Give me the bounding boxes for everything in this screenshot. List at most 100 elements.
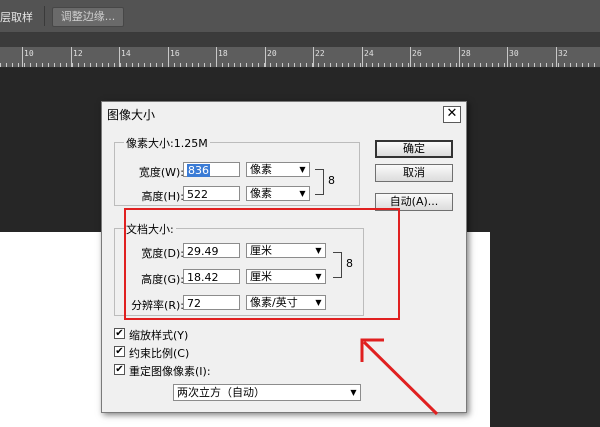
ruler-minor-tick — [372, 63, 373, 67]
ruler-number: 18 — [218, 49, 228, 58]
ruler-number: 10 — [24, 49, 34, 58]
pixel-width-unit-select[interactable]: 像素 ▼ — [246, 162, 310, 177]
ok-button[interactable]: 确定 — [375, 140, 453, 158]
ruler-minor-tick — [234, 63, 235, 67]
ruler-minor-tick — [318, 63, 319, 67]
ruler-minor-tick — [540, 63, 541, 67]
ruler-major-tick — [22, 47, 23, 67]
ruler-minor-tick — [150, 63, 151, 67]
ruler-minor-tick — [402, 63, 403, 67]
ruler-minor-tick — [450, 63, 451, 67]
ruler-minor-tick — [66, 63, 67, 67]
ruler-minor-tick — [0, 63, 1, 67]
ruler-minor-tick — [246, 63, 247, 67]
pixel-width-label: 宽度(W): — [138, 166, 184, 179]
ruler-minor-tick — [480, 63, 481, 67]
ruler-major-tick — [507, 47, 508, 67]
ruler-number: 28 — [461, 49, 471, 58]
ruler-minor-tick — [594, 63, 595, 67]
close-button[interactable]: ✕ — [443, 106, 461, 123]
ruler-minor-tick — [432, 63, 433, 67]
ruler-major-tick — [313, 47, 314, 67]
ruler-minor-tick — [474, 63, 475, 67]
ruler-number: 20 — [267, 49, 277, 58]
dialog-titlebar[interactable]: 图像大小 ✕ — [102, 102, 466, 126]
ruler-major-tick — [410, 47, 411, 67]
pixel-height-value: 522 — [187, 188, 208, 201]
cancel-button[interactable]: 取消 — [375, 164, 453, 182]
chevron-down-icon: ▼ — [299, 165, 306, 174]
ruler-minor-tick — [222, 63, 223, 67]
scale-styles-checkbox[interactable]: ✔ — [114, 328, 125, 339]
ruler-minor-tick — [252, 63, 253, 67]
ruler-minor-tick — [192, 63, 193, 67]
ruler-minor-tick — [264, 63, 265, 67]
ruler-minor-tick — [558, 63, 559, 67]
pixel-link-bracket — [315, 169, 324, 195]
ruler-minor-tick — [198, 63, 199, 67]
resample-method: 两次立方（自动） — [177, 386, 265, 399]
ruler-minor-tick — [492, 63, 493, 67]
ruler-minor-tick — [348, 63, 349, 67]
pixel-width-value: 836 — [187, 164, 210, 177]
ruler-minor-tick — [276, 63, 277, 67]
pixel-height-unit-select[interactable]: 像素 ▼ — [246, 186, 310, 201]
sample-label[interactable]: 层取样 — [0, 9, 33, 25]
ruler-minor-tick — [588, 63, 589, 67]
ruler-minor-tick — [186, 63, 187, 67]
ruler-major-tick — [459, 47, 460, 67]
ruler-number: 32 — [558, 49, 568, 58]
pixel-height-unit: 像素 — [250, 187, 272, 200]
ruler-minor-tick — [384, 63, 385, 67]
resample-method-select[interactable]: 两次立方（自动） ▼ — [173, 384, 361, 401]
ruler-minor-tick — [306, 63, 307, 67]
ruler-minor-tick — [72, 63, 73, 67]
ruler-minor-tick — [324, 63, 325, 67]
ruler-minor-tick — [486, 63, 487, 67]
ruler-minor-tick — [504, 63, 505, 67]
ruler-minor-tick — [426, 63, 427, 67]
chevron-down-icon: ▼ — [299, 189, 306, 198]
ruler-minor-tick — [258, 63, 259, 67]
ruler-minor-tick — [36, 63, 37, 67]
dialog-title: 图像大小 — [107, 108, 156, 122]
red-arrow-annotation — [360, 338, 439, 416]
ruler-minor-tick — [120, 63, 121, 67]
ruler-number: 26 — [412, 49, 422, 58]
ruler-minor-tick — [336, 63, 337, 67]
adjust-edge-button[interactable]: 调整边缘... — [52, 7, 124, 27]
ruler-minor-tick — [114, 63, 115, 67]
ruler-number: 12 — [73, 49, 83, 58]
pixel-width-field[interactable]: 836 — [183, 162, 240, 177]
horizontal-ruler[interactable]: 10 12 14 16 18 20 22 24 26 28 30 32 — [0, 47, 600, 68]
ruler-minor-tick — [240, 63, 241, 67]
ruler-minor-tick — [90, 63, 91, 67]
ruler-minor-tick — [228, 63, 229, 67]
ruler-minor-tick — [414, 63, 415, 67]
ruler-minor-tick — [204, 63, 205, 67]
ruler-minor-tick — [564, 63, 565, 67]
ruler-minor-tick — [330, 63, 331, 67]
constrain-proportions-checkbox[interactable]: ✔ — [114, 346, 125, 357]
ruler-minor-tick — [84, 63, 85, 67]
ruler-minor-tick — [354, 63, 355, 67]
pixel-width-unit: 像素 — [250, 163, 272, 176]
ruler-minor-tick — [60, 63, 61, 67]
resample-checkbox[interactable]: ✔ — [114, 364, 125, 375]
pixel-dimensions-title: 像素大小:1.25M — [124, 135, 210, 151]
ruler-minor-tick — [270, 63, 271, 67]
ruler-minor-tick — [570, 63, 571, 67]
ruler-minor-tick — [6, 63, 7, 67]
ruler-minor-tick — [294, 63, 295, 67]
pixel-height-field[interactable]: 522 — [183, 186, 240, 201]
ruler-minor-tick — [174, 63, 175, 67]
ruler-minor-tick — [108, 63, 109, 67]
ruler-minor-tick — [342, 63, 343, 67]
highlight-annotation-box — [124, 208, 400, 320]
ruler-minor-tick — [162, 63, 163, 67]
ruler-number: 24 — [364, 49, 374, 58]
ruler-major-tick — [265, 47, 266, 67]
ruler-minor-tick — [444, 63, 445, 67]
ruler-major-tick — [362, 47, 363, 67]
ruler-minor-tick — [534, 63, 535, 67]
